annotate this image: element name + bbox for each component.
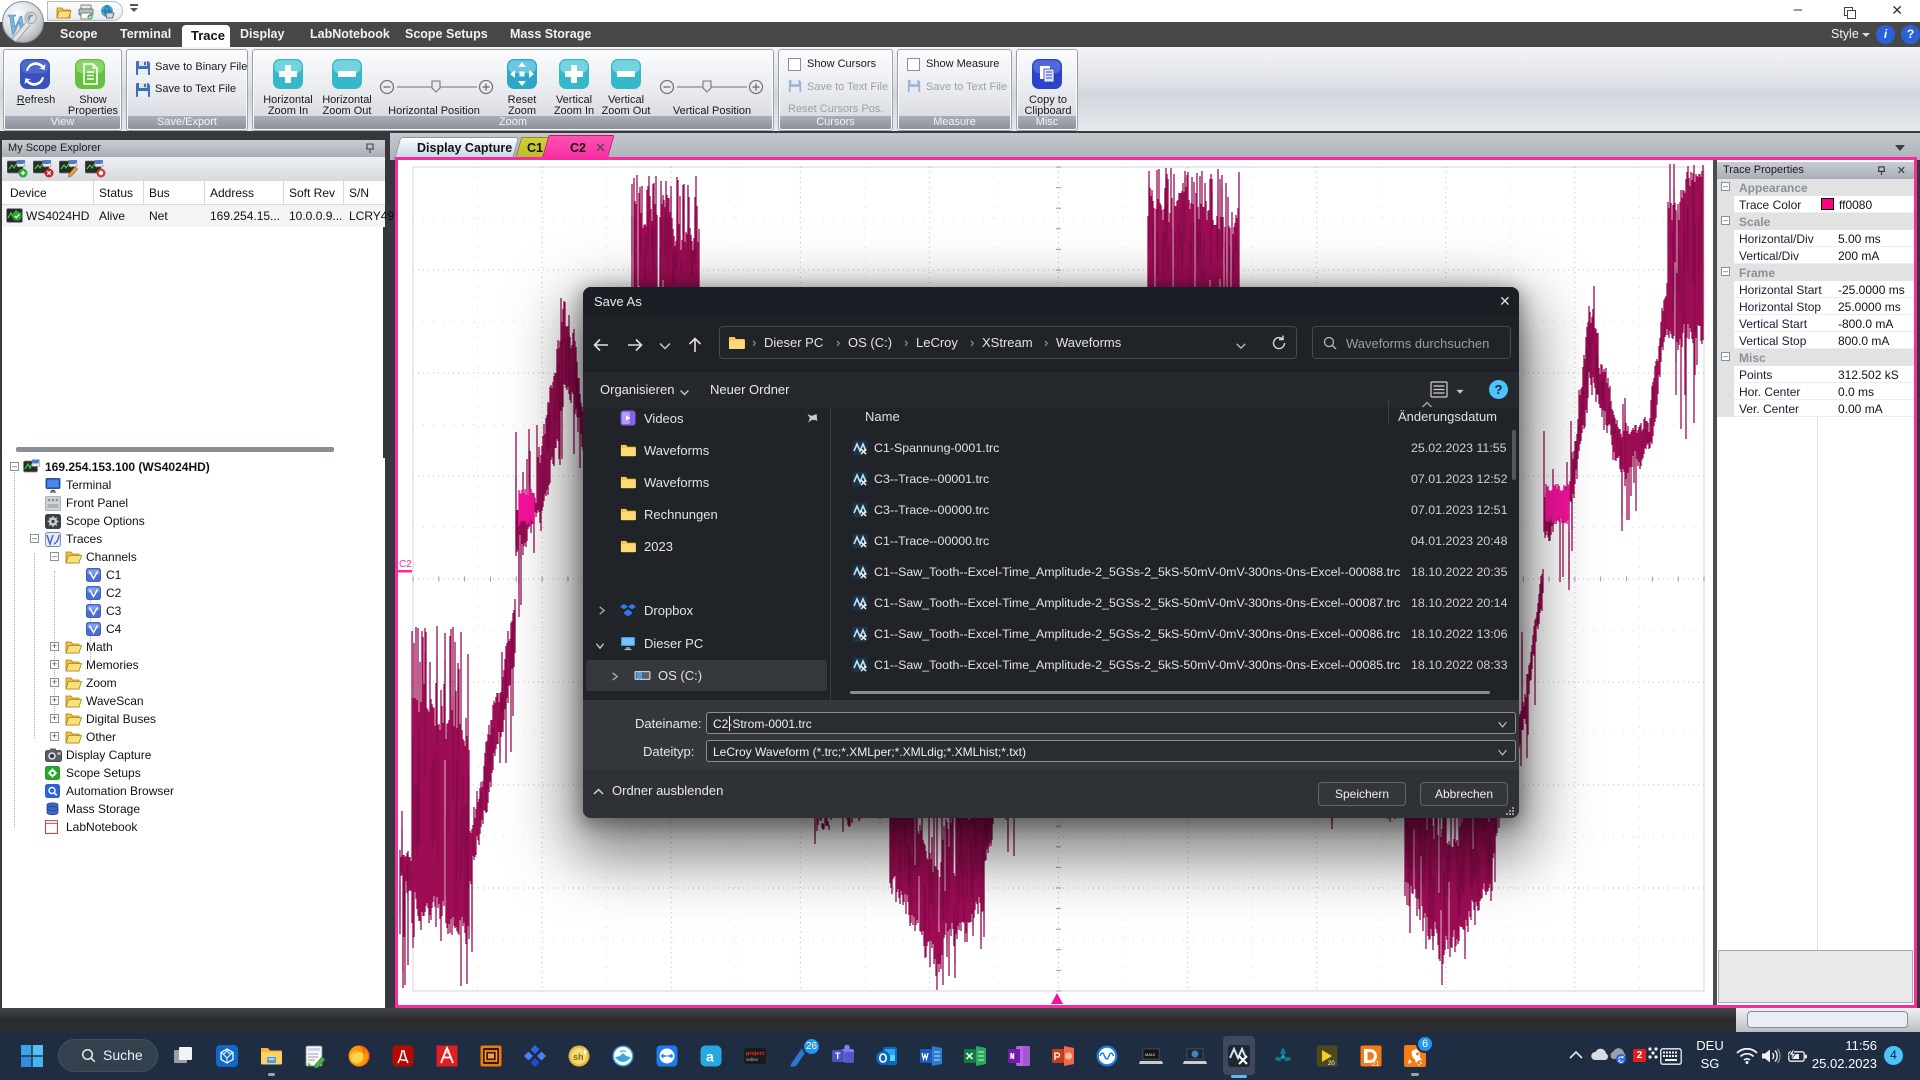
svg-text:C2: C2 xyxy=(399,559,412,570)
svg-text:sh: sh xyxy=(573,1052,584,1062)
svg-text:online: online xyxy=(746,1057,759,1062)
svg-text:T: T xyxy=(835,1051,841,1061)
svg-text:20: 20 xyxy=(1328,1061,1335,1067)
svg-text:a: a xyxy=(706,1049,714,1065)
svg-text:21: 21 xyxy=(1372,1061,1380,1068)
svg-text:MAUI: MAUI xyxy=(1145,1052,1155,1057)
